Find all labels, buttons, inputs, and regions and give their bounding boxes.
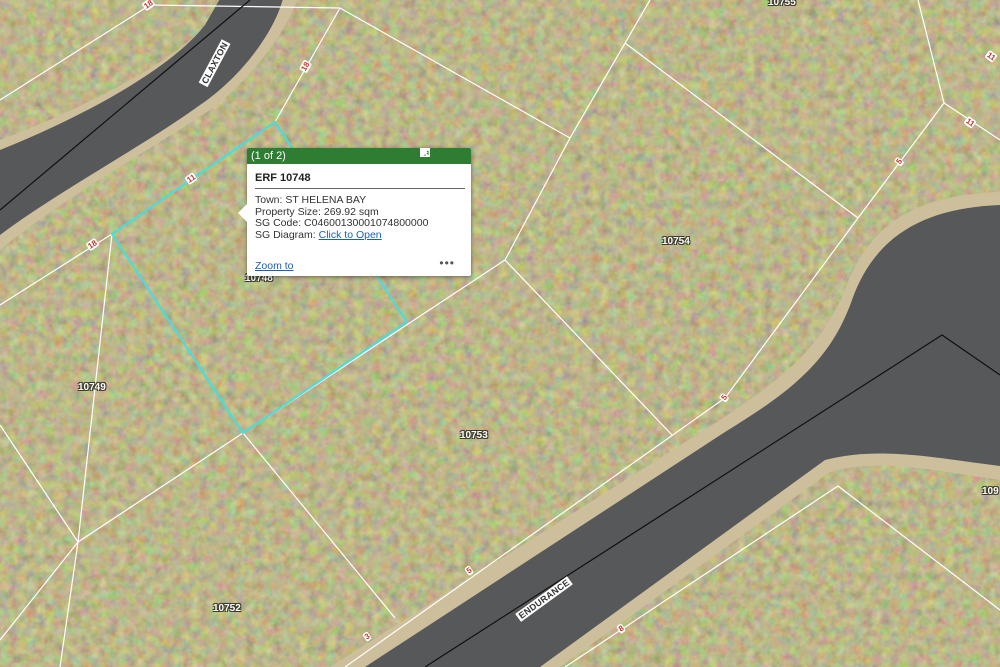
erf-label-10752: 10752 — [213, 603, 241, 614]
erf-label-10749: 10749 — [78, 382, 106, 393]
popup-title: ERF 10748 — [255, 172, 465, 189]
popup-footer: Zoom to ••• — [255, 256, 463, 272]
field-value: C04600130001074800000 — [304, 217, 429, 229]
erf-label-10754: 10754 — [662, 236, 690, 247]
popup-controls — [420, 148, 467, 164]
field-label: SG Code: — [255, 217, 302, 229]
popup-fields: Town: ST HELENA BAY Property Size: 269.9… — [255, 194, 463, 242]
field-sg-diagram: SG Diagram: Click to Open — [255, 228, 463, 242]
field-value: ST HELENA BAY — [285, 194, 367, 206]
popup-pointer — [238, 204, 247, 222]
erf-label-109: 109 — [982, 486, 999, 497]
map-view[interactable]: 10748 10749 10753 10754 10752 10755 109 … — [0, 0, 1000, 667]
popup-header: (1 of 2) — [247, 148, 471, 164]
close-icon[interactable] — [420, 148, 467, 162]
feature-popup[interactable]: (1 of 2) ERF 10748 Town: ST HELENA BAY P — [238, 148, 471, 276]
sg-diagram-link[interactable]: Click to Open — [319, 229, 382, 241]
field-value: 269.92 sqm — [323, 205, 379, 218]
field-label: Town: — [255, 194, 283, 206]
field-label: Property Size: — [255, 205, 321, 218]
more-actions-button[interactable]: ••• — [439, 256, 455, 270]
aerial-imagery — [0, 0, 1000, 667]
maximize-icon[interactable] — [420, 148, 449, 162]
erf-label-10753: 10753 — [460, 430, 488, 441]
zoom-to-link[interactable]: Zoom to — [255, 260, 294, 272]
field-label: SG Diagram: — [255, 228, 316, 241]
popup-counter: (1 of 2) — [251, 150, 286, 162]
erf-label-10755: 10755 — [768, 0, 796, 8]
